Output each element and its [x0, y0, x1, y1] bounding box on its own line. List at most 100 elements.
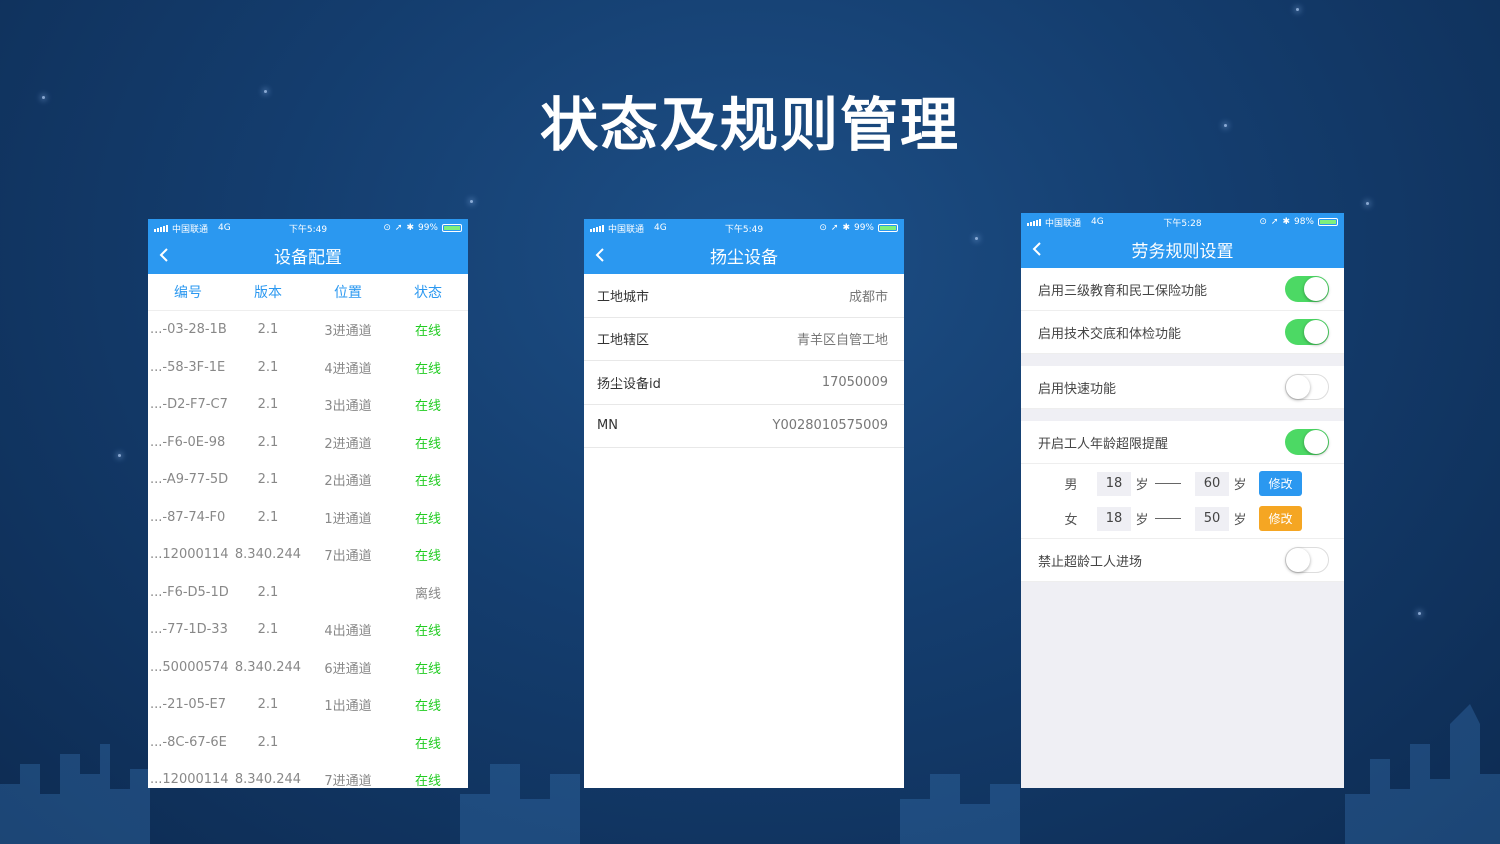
table-header: 编号 版本 位置 状态: [148, 274, 468, 311]
phone-device-config: 中国联通 4G 下午5:49 ⊙ ➚ ✱ 99% 设备配置 编号 版本 位置 状…: [148, 219, 468, 788]
detail-value: 青羊区自管工地: [796, 333, 888, 349]
nav-title: 扬尘设备: [710, 248, 778, 268]
tech-health-toggle[interactable]: [1285, 319, 1329, 345]
setting-label: 启用快速功能: [1038, 381, 1117, 397]
detail-row-city: 工地城市 成都市: [584, 274, 904, 318]
cell-status: 在线: [414, 399, 441, 415]
nav-title: 劳务规则设置: [1131, 242, 1234, 262]
cell-status: 离线: [414, 586, 441, 602]
age-unit: 岁: [1135, 478, 1149, 493]
modify-male-button[interactable]: 修改: [1259, 471, 1302, 496]
age-limits-panel: 男 18 岁 60 岁 修改 女 18 岁 50 岁 修改: [1021, 464, 1344, 539]
cell-status: 在线: [414, 361, 441, 377]
cell-id: ...-F6-D5-1D: [150, 584, 228, 600]
column-header-id: 编号: [174, 285, 202, 301]
cell-id: ...-87-74-F0: [150, 509, 226, 525]
cell-status: 在线: [414, 736, 441, 752]
column-header-location: 位置: [334, 285, 362, 301]
table-row[interactable]: ...50000574 8.340.244 6进通道 在线: [148, 649, 468, 687]
cell-id: ...50000574: [150, 659, 228, 675]
cell-location: 4进通道: [324, 361, 372, 377]
table-row[interactable]: ...-A9-77-5D 2.1 2出通道 在线: [148, 461, 468, 499]
cell-id: ...120001144: [150, 547, 228, 563]
table-row[interactable]: ...120001145 8.340.244 7进通道 在线: [148, 761, 468, 788]
max-age-field[interactable]: 50: [1195, 506, 1229, 531]
slide-title: 状态及规则管理: [539, 91, 960, 159]
chevron-left-icon[interactable]: [1031, 242, 1043, 256]
detail-value: 成都市: [848, 289, 888, 305]
status-time: 下午5:28: [1163, 218, 1202, 229]
quick-toggle[interactable]: [1285, 374, 1329, 400]
status-bar: 中国联通 4G 下午5:49 ⊙ ➚ ✱ 99%: [584, 219, 904, 237]
cell-id: ...-77-1D-33: [150, 622, 228, 638]
cell-version: 8.340.244: [234, 547, 302, 563]
cell-location: 3进通道: [324, 324, 372, 340]
table-row[interactable]: ...-77-1D-33 2.1 4出通道 在线: [148, 611, 468, 649]
gender-label: 男: [1064, 478, 1078, 493]
table-row[interactable]: ...-8C-67-6E 2.1 在线: [148, 724, 468, 762]
cell-id: ...-F6-0E-98: [150, 434, 226, 450]
cell-version: 2.1: [257, 434, 279, 450]
cell-location: 4出通道: [324, 624, 372, 640]
age-limit-row-male: 男 18 岁 60 岁 修改: [1021, 466, 1344, 501]
age-unit: 岁: [1233, 478, 1247, 493]
age-unit: 岁: [1233, 513, 1247, 528]
cell-location: 7进通道: [324, 774, 372, 788]
table-row[interactable]: ...-87-74-F0 2.1 1进通道 在线: [148, 499, 468, 537]
chevron-left-icon[interactable]: [594, 248, 606, 262]
setting-block-overage: 禁止超龄工人进场: [1021, 539, 1344, 582]
table-row[interactable]: ...-58-3F-1E 2.1 4进通道 在线: [148, 349, 468, 387]
cell-version: 2.1: [257, 622, 279, 638]
status-time: 下午5:49: [724, 224, 764, 235]
table-row[interactable]: ...120001144 8.340.244 7出通道 在线: [148, 536, 468, 574]
detail-value: Y0028010575009: [772, 418, 888, 434]
cell-status: 在线: [414, 774, 441, 788]
cell-status: 在线: [414, 474, 441, 490]
detail-label: MN: [597, 418, 618, 434]
table-row[interactable]: ...-D2-F7-C7 2.1 3出通道 在线: [148, 386, 468, 424]
max-age-field[interactable]: 60: [1195, 471, 1229, 496]
cell-location: 2出通道: [324, 474, 372, 490]
phone-dust-device: 中国联通 4G 下午5:49 ⊙ ➚ ✱ 99% 扬尘设备 工地城市 成都市 工…: [584, 219, 904, 788]
cell-version: 8.340.244: [234, 659, 302, 675]
cell-location: 1出通道: [324, 699, 372, 715]
cell-status: 在线: [414, 624, 441, 640]
modify-female-button[interactable]: 修改: [1259, 506, 1302, 531]
detail-label: 扬尘设备id: [597, 376, 661, 392]
range-dash: [1155, 518, 1181, 519]
setting-label: 启用三级教育和民工保险功能: [1038, 283, 1208, 299]
min-age-field[interactable]: 18: [1097, 471, 1131, 496]
detail-list: 工地城市 成都市 工地辖区 青羊区自管工地 扬尘设备id 17050009 MN…: [584, 274, 904, 448]
age-unit: 岁: [1135, 513, 1149, 528]
table-row[interactable]: ...-03-28-1B 2.1 3进通道 在线: [148, 311, 468, 349]
chevron-left-icon[interactable]: [158, 248, 170, 262]
cell-status: 在线: [414, 511, 441, 527]
range-dash: [1155, 483, 1181, 484]
table-row[interactable]: ...-F6-0E-98 2.1 2进通道 在线: [148, 424, 468, 462]
setting-age-alert: 开启工人年龄超限提醒: [1021, 421, 1344, 464]
nav-title: 设备配置: [274, 248, 342, 268]
setting-tech-health: 启用技术交底和体检功能: [1021, 311, 1344, 354]
cell-version: 2.1: [257, 472, 279, 488]
cell-id: ...120001145: [150, 772, 228, 788]
detail-row-device-id: 扬尘设备id 17050009: [584, 361, 904, 405]
table-row[interactable]: ...-F6-D5-1D 2.1 离线: [148, 574, 468, 612]
cell-id: ...-A9-77-5D: [150, 472, 228, 488]
block-overage-toggle[interactable]: [1285, 547, 1329, 573]
status-time: 下午5:49: [288, 224, 328, 235]
status-bar: 中国联通 4G 下午5:49 ⊙ ➚ ✱ 99%: [148, 219, 468, 237]
age-alert-toggle[interactable]: [1285, 429, 1329, 455]
cell-status: 在线: [414, 661, 441, 677]
min-age-field[interactable]: 18: [1097, 506, 1131, 531]
cell-version: 2.1: [257, 734, 279, 750]
cell-id: ...-21-05-E7: [150, 697, 227, 713]
detail-row-district: 工地辖区 青羊区自管工地: [584, 318, 904, 361]
phone-labor-rules: 中国联通 4G 下午5:28 ⊙ ➚ ✱ 98% 劳务规则设置 启用三级教育和民…: [1021, 213, 1344, 788]
edu-insurance-toggle[interactable]: [1285, 276, 1329, 302]
table-row[interactable]: ...-21-05-E7 2.1 1出通道 在线: [148, 686, 468, 724]
setting-edu-insurance: 启用三级教育和民工保险功能: [1021, 268, 1344, 311]
detail-label: 工地城市: [597, 289, 650, 305]
cell-id: ...-8C-67-6E: [150, 734, 227, 750]
cell-version: 2.1: [257, 397, 279, 413]
